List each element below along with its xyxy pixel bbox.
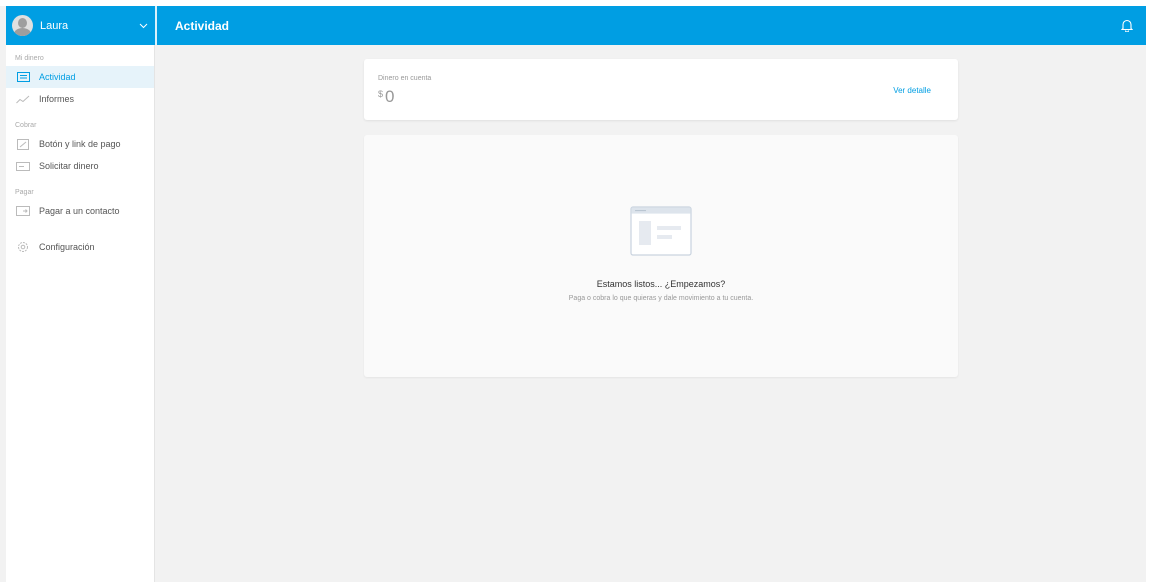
chevron-down-icon[interactable] — [137, 20, 149, 32]
sidebar-item-label: Informes — [39, 94, 75, 104]
sidebar-item-pagar-contacto[interactable]: Pagar a un contacto — [6, 200, 154, 222]
balance-card: Dinero en cuenta $ 0 Ver detalle — [364, 59, 958, 120]
sidebar: Mi dinero Actividad Informes Cobrar Botó… — [6, 45, 155, 582]
sidebar-item-label: Pagar a un contacto — [39, 206, 120, 216]
chart-icon — [16, 94, 30, 105]
link-icon — [16, 138, 30, 150]
empty-activity-illustration — [630, 206, 692, 256]
view-detail-link[interactable]: Ver detalle — [893, 86, 931, 95]
sidebar-item-configuracion[interactable]: Configuración — [6, 236, 154, 258]
sidebar-section-label: Pagar — [15, 189, 34, 196]
gear-icon — [16, 242, 30, 253]
empty-state-title: Estamos listos... ¿Empezamos? — [596, 279, 726, 289]
sidebar-item-actividad[interactable]: Actividad — [6, 66, 154, 88]
sidebar-item-label: Botón y link de pago — [39, 139, 121, 149]
sidebar-item-informes[interactable]: Informes — [6, 88, 154, 110]
sidebar-section-label: Cobrar — [15, 122, 37, 129]
avatar — [12, 15, 33, 36]
balance-label: Dinero en cuenta — [378, 75, 432, 82]
sidebar-item-label: Configuración — [39, 242, 95, 252]
user-menu[interactable]: Laura — [6, 6, 155, 45]
empty-state-card: Estamos listos... ¿Empezamos? Paga o cob… — [364, 135, 958, 377]
bell-icon[interactable] — [1120, 19, 1134, 33]
balance-amount: 0 — [385, 87, 395, 106]
sidebar-item-boton-link-pago[interactable]: Botón y link de pago — [6, 133, 154, 155]
page-title: Actividad — [175, 18, 230, 33]
sidebar-item-label: Solicitar dinero — [39, 161, 99, 171]
sidebar-item-solicitar-dinero[interactable]: Solicitar dinero — [6, 155, 154, 177]
pay-contact-icon — [16, 206, 30, 217]
empty-state-description: Paga o cobra lo que quieras y dale movim… — [568, 295, 754, 302]
balance-currency: $ — [378, 89, 384, 99]
request-money-icon — [16, 161, 30, 172]
balance-value: $ 0 — [378, 87, 394, 107]
sidebar-section-label: Mi dinero — [15, 55, 44, 62]
activity-icon — [16, 72, 30, 83]
window-right-edge — [1146, 0, 1153, 582]
top-bar: Laura Actividad — [6, 6, 1146, 45]
user-name: Laura — [40, 19, 69, 32]
topbar-divider — [155, 6, 157, 45]
sidebar-item-label: Actividad — [39, 72, 76, 82]
